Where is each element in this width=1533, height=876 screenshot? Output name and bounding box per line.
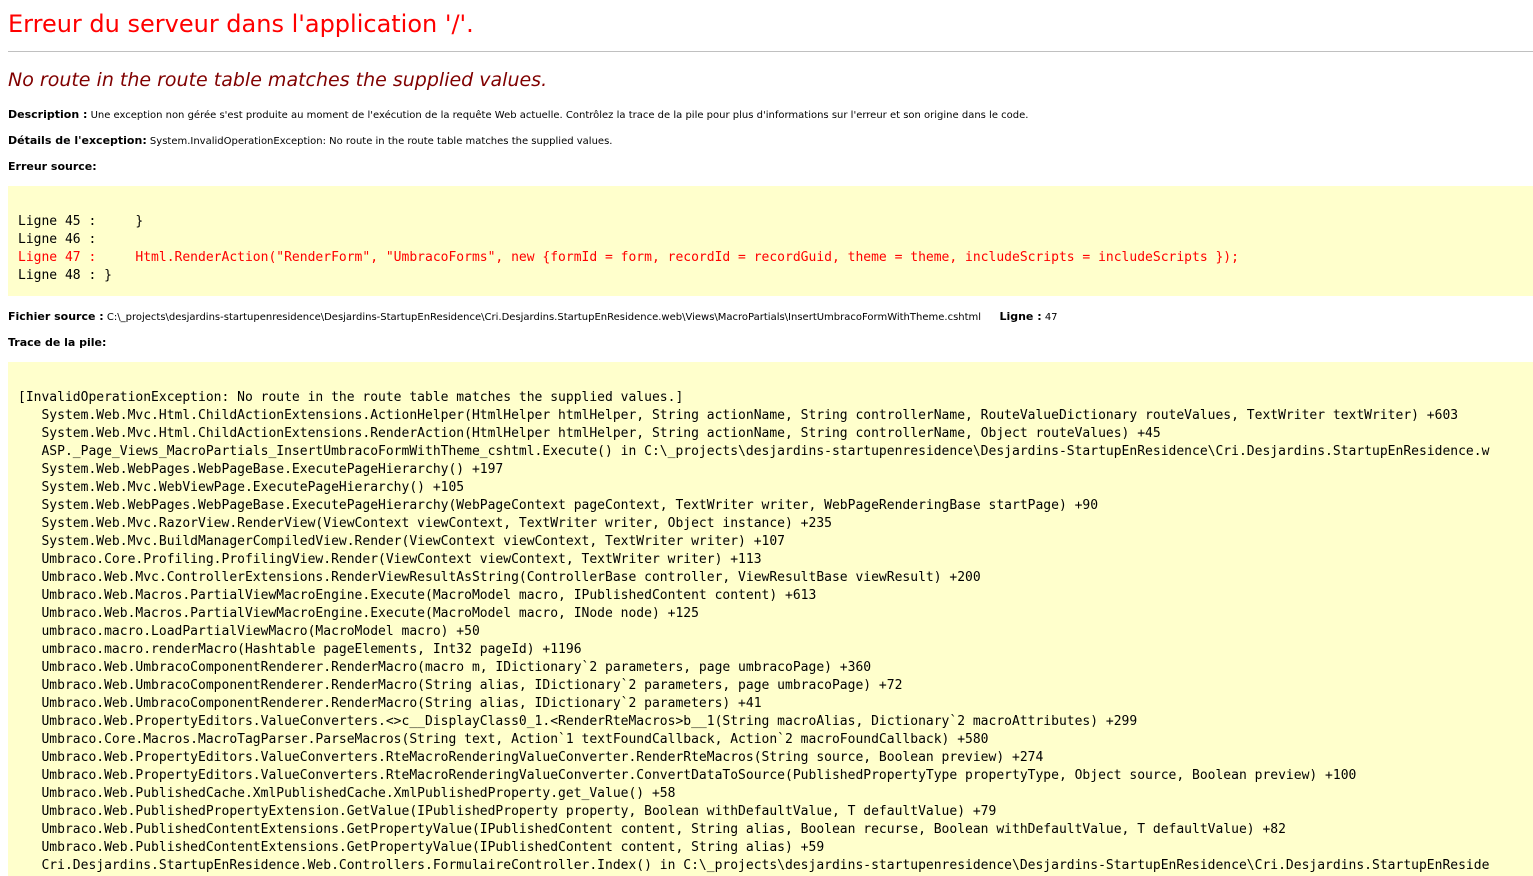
- source-file-label: Fichier source :: [8, 310, 104, 323]
- source-line-error: Ligne 47 : Html.RenderAction("RenderForm…: [18, 250, 1239, 265]
- source-error-code: Ligne 45 : } Ligne 46 : Ligne 47 : Html.Re…: [8, 186, 1533, 285]
- stack-frame: ASP._Page_Views_MacroPartials_InsertUmbr…: [18, 444, 1490, 459]
- stack-frame: System.Web.WebPages.WebPageBase.ExecuteP…: [18, 462, 504, 477]
- source-line: Ligne 48 : }: [18, 268, 112, 283]
- stack-frame: Umbraco.Web.PublishedContentExtensions.G…: [18, 822, 1286, 837]
- stack-frame: umbraco.macro.LoadPartialViewMacro(Macro…: [18, 624, 480, 639]
- stack-frame: Umbraco.Web.PublishedCache.XmlPublishedC…: [18, 786, 676, 801]
- stack-trace-box[interactable]: [InvalidOperationException: No route in …: [8, 362, 1533, 876]
- stack-trace-heading: Trace de la pile:: [8, 336, 106, 349]
- description-label: Description :: [8, 108, 88, 121]
- stack-frame: System.Web.Mvc.BuildManagerCompiledView.…: [18, 534, 786, 549]
- stack-frame: Umbraco.Core.Macros.MacroTagParser.Parse…: [18, 732, 989, 747]
- stack-trace-code: [InvalidOperationException: No route in …: [8, 362, 1533, 875]
- stack-frame: umbraco.macro.renderMacro(Hashtable page…: [18, 642, 582, 657]
- source-file-row: Fichier source : C:\_projects\desjardins…: [8, 310, 1058, 323]
- source-line-number: 47: [1044, 312, 1058, 323]
- error-message: No route in the route table matches the …: [8, 69, 548, 91]
- stack-frame: Umbraco.Web.PublishedContentExtensions.G…: [18, 840, 825, 855]
- stack-frame: Umbraco.Web.UmbracoComponentRenderer.Ren…: [18, 678, 903, 693]
- stack-frame: Umbraco.Web.PropertyEditors.ValueConvert…: [18, 714, 1138, 729]
- description-text: Une exception non gérée s'est produite a…: [90, 110, 1029, 121]
- source-line: Ligne 45 : }: [18, 214, 144, 229]
- source-error-box: Ligne 45 : } Ligne 46 : Ligne 47 : Html.Re…: [8, 186, 1533, 296]
- source-file-path: C:\_projects\desjardins-startupenresiden…: [106, 312, 982, 323]
- stack-frame: Umbraco.Web.PublishedPropertyExtension.G…: [18, 804, 997, 819]
- stack-frame: Umbraco.Web.PropertyEditors.ValueConvert…: [18, 768, 1357, 783]
- stack-frame: System.Web.WebPages.WebPageBase.ExecuteP…: [18, 498, 1099, 513]
- title-divider: [8, 51, 1533, 52]
- exception-details-text: System.InvalidOperationException: No rou…: [149, 136, 613, 147]
- stack-frame: Umbraco.Web.UmbracoComponentRenderer.Ren…: [18, 696, 762, 711]
- page-title: Erreur du serveur dans l'application '/'…: [8, 10, 474, 38]
- stack-frame: Umbraco.Web.Macros.PartialViewMacroEngin…: [18, 606, 699, 621]
- source-line: Ligne 46 :: [18, 232, 97, 247]
- source-line-label: Ligne :: [999, 310, 1042, 323]
- stack-frame: Umbraco.Core.Profiling.ProfilingView.Ren…: [18, 552, 762, 567]
- stack-frame: Umbraco.Web.Mvc.ControllerExtensions.Ren…: [18, 570, 981, 585]
- stack-frame: Umbraco.Web.Macros.PartialViewMacroEngin…: [18, 588, 817, 603]
- stack-frame: System.Web.Mvc.WebViewPage.ExecutePageHi…: [18, 480, 465, 495]
- stack-frame: System.Web.Mvc.Html.ChildActionExtension…: [18, 426, 1161, 441]
- stack-trace-label: Trace de la pile:: [8, 336, 107, 349]
- exception-details-label: Détails de l'exception:: [8, 134, 147, 147]
- source-error-label: Erreur source:: [8, 160, 97, 173]
- stack-frame: Umbraco.Web.PropertyEditors.ValueConvert…: [18, 750, 1044, 765]
- stack-frame: Cri.Desjardins.StartupEnResidence.Web.Co…: [18, 858, 1490, 873]
- stack-frame: System.Web.Mvc.RazorView.RenderView(View…: [18, 516, 832, 531]
- source-error-heading: Erreur source:: [8, 160, 97, 173]
- description-row: Description : Une exception non gérée s'…: [8, 108, 1028, 121]
- exception-details-row: Détails de l'exception: System.InvalidOp…: [8, 134, 612, 147]
- stack-trace-exception-line: [InvalidOperationException: No route in …: [18, 390, 684, 405]
- stack-frame: Umbraco.Web.UmbracoComponentRenderer.Ren…: [18, 660, 872, 675]
- stack-frame: System.Web.Mvc.Html.ChildActionExtension…: [18, 408, 1459, 423]
